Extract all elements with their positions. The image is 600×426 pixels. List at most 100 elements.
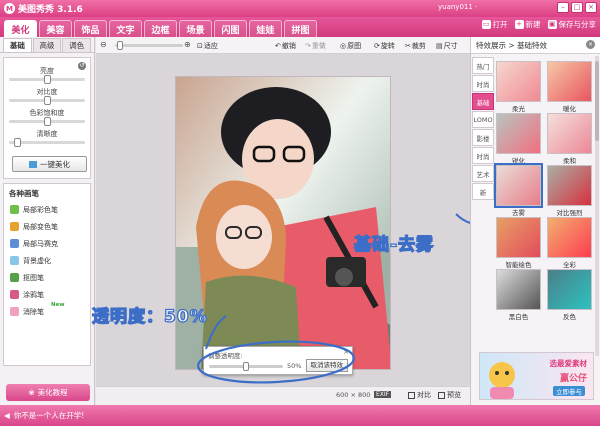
undo-button[interactable]: ↶ 撤销 <box>275 41 296 51</box>
user-name[interactable]: yuany011 · <box>438 3 477 11</box>
crop-button[interactable]: ✂ 裁剪 <box>405 41 426 51</box>
slider-knob[interactable] <box>44 75 51 84</box>
original-button[interactable]: ◎ 原图 <box>340 41 361 51</box>
slider-knob[interactable] <box>44 96 51 105</box>
effect-item[interactable]: 锐化 <box>496 113 541 165</box>
brush-eraser[interactable]: 消除笔 New <box>4 302 90 320</box>
effect-item[interactable]: 黑白色 <box>496 269 541 321</box>
tab-flash[interactable]: 闪图 <box>214 20 247 37</box>
effects-breadcrumb: 特效展示 > 基础特效 <box>476 40 548 50</box>
effect-item[interactable]: 去雾 <box>494 163 543 217</box>
minimize-button[interactable]: – <box>557 2 569 13</box>
slider-track[interactable] <box>9 138 85 147</box>
brush-icon <box>10 273 19 282</box>
fit-icon: ⊡ <box>197 42 203 50</box>
rotate-button[interactable]: ⟳ 旋转 <box>374 41 395 51</box>
tab-scene[interactable]: 场景 <box>179 20 212 37</box>
close-icon[interactable]: × <box>586 40 595 49</box>
sharpness-slider[interactable]: 清晰度 <box>9 129 85 147</box>
promo-line-2: 赢公仔 <box>559 374 587 384</box>
zoom-slider[interactable] <box>115 41 183 50</box>
effect-item[interactable]: 对比强烈 <box>547 165 592 217</box>
tab-collage[interactable]: 拼图 <box>284 20 317 37</box>
brush-box: 各种画笔 局部彩色笔 局部变色笔 局部马赛克 背景虚化 抠图笔 涂鸦笔 消除笔 N… <box>3 183 91 366</box>
brush-icon <box>10 205 19 214</box>
file-actions: ▭ 打开 + 新建 ▣ 保存与分享 <box>481 19 596 30</box>
compare-button[interactable]: 对比 <box>408 390 431 400</box>
brush-mosaic[interactable]: 局部马赛克 <box>4 235 90 252</box>
brush-cutout[interactable]: 抠图笔 <box>4 269 90 286</box>
brush-doodle[interactable]: 涂鸦笔 <box>4 286 90 303</box>
effect-grid: 柔光 暖化 锐化 柔和 去雾 对比强烈 智能绘色 全彩 黑白色 反色 <box>494 56 597 356</box>
category-item[interactable]: 时尚 <box>472 147 494 164</box>
slider-knob[interactable] <box>13 138 21 147</box>
tab-advanced[interactable]: 高级 <box>32 38 62 52</box>
category-item[interactable]: 艺术 <box>472 165 494 182</box>
open-button[interactable]: ▭ 打开 <box>481 19 508 30</box>
slider-knob[interactable] <box>44 117 51 126</box>
slider-track[interactable] <box>9 96 85 105</box>
tutorial-button[interactable]: ❀ 美化教程 <box>6 384 90 401</box>
one-key-beautify-button[interactable]: 一键美化 <box>12 156 87 172</box>
title-bar: M 美图秀秀 3.1.6 yuany011 · – □ × <box>0 0 600 17</box>
effect-thumb <box>496 269 541 310</box>
effect-item[interactable]: 反色 <box>547 269 592 321</box>
effect-item[interactable]: 柔光 <box>496 61 541 113</box>
tab-doll[interactable]: 娃娃 <box>249 20 282 37</box>
zoom-out-icon[interactable]: ⊖ <box>100 40 107 49</box>
new-button[interactable]: + 新建 <box>514 19 541 30</box>
tab-basic[interactable]: 基础 <box>3 38 32 52</box>
redo-button[interactable]: ↷ 重做 <box>305 41 326 51</box>
slider-track[interactable] <box>9 117 85 126</box>
effect-thumb <box>496 113 541 154</box>
image-dimensions: 600 × 800 <box>336 391 371 399</box>
redo-icon: ↷ <box>305 42 311 50</box>
size-button[interactable]: ▤ 尺寸 <box>436 41 458 51</box>
maximize-button[interactable]: □ <box>571 2 583 13</box>
brightness-slider[interactable]: 亮度 <box>9 66 85 84</box>
exif-button[interactable]: EXIF <box>374 391 392 398</box>
fit-button[interactable]: ⊡ 适应 <box>197 41 218 51</box>
category-item[interactable]: LOMO <box>472 111 494 128</box>
effect-thumb <box>496 217 541 258</box>
category-item[interactable]: 时尚 <box>472 75 494 92</box>
promo-banner[interactable]: 选最爱素材 赢公仔 立即参与 <box>479 352 594 400</box>
category-item[interactable]: 热门 <box>472 57 494 74</box>
crop-icon: ✂ <box>405 42 411 50</box>
scroll-thumb[interactable] <box>595 61 599 141</box>
status-message[interactable]: 你不是一个人在开学! <box>14 410 85 421</box>
close-button[interactable]: × <box>585 2 597 13</box>
canvas-area: 调整透明度: × 50% 取消该特效 透明度：50% 基础-去雾 <box>91 54 470 386</box>
save-share-button[interactable]: ▣ 保存与分享 <box>547 19 596 30</box>
tab-frame[interactable]: 边框 <box>144 20 177 37</box>
effect-item[interactable]: 全彩 <box>547 217 592 269</box>
tab-beautify[interactable]: 美化 <box>4 20 37 37</box>
effect-item[interactable]: 暖化 <box>547 61 592 113</box>
preview-button[interactable]: 预览 <box>438 390 461 400</box>
brush-icon <box>10 307 19 316</box>
app-title: 美图秀秀 3.1.6 <box>18 5 83 15</box>
tab-face[interactable]: 美容 <box>39 20 72 37</box>
promo-join-button[interactable]: 立即参与 <box>553 386 585 396</box>
contrast-slider[interactable]: 对比度 <box>9 87 85 105</box>
brush-bg-blur[interactable]: 背景虚化 <box>4 252 90 269</box>
tab-accessories[interactable]: 饰品 <box>74 20 107 37</box>
undo-icon: ↶ <box>275 42 281 50</box>
effect-item[interactable]: 智能绘色 <box>496 217 541 269</box>
effect-item[interactable]: 柔和 <box>547 113 592 165</box>
effects-scrollbar[interactable] <box>595 56 599 356</box>
effect-thumb <box>547 113 592 154</box>
category-item[interactable]: 影楼 <box>472 129 494 146</box>
zoom-in-icon[interactable]: ⊕ <box>184 40 191 49</box>
brush-local-color[interactable]: 局部彩色笔 <box>4 201 90 218</box>
zoom-knob[interactable] <box>117 41 123 50</box>
brush-icon <box>10 290 19 299</box>
saturation-slider[interactable]: 色彩饱和度 <box>9 108 85 126</box>
slider-track[interactable] <box>9 75 85 84</box>
category-item[interactable]: 新 <box>472 183 494 200</box>
category-item[interactable]: 基础 <box>472 93 494 110</box>
original-icon: ◎ <box>340 42 347 50</box>
tab-color[interactable]: 调色 <box>62 38 92 52</box>
brush-local-recolor[interactable]: 局部变色笔 <box>4 218 90 235</box>
tab-text[interactable]: 文字 <box>109 20 142 37</box>
